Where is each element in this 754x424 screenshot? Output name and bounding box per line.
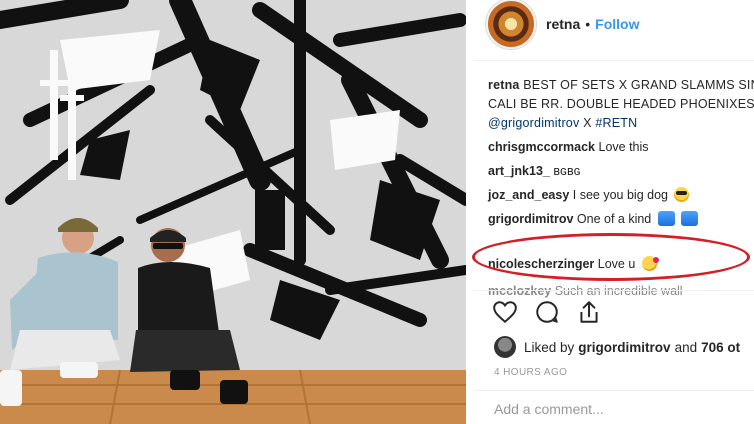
comment-item: chrisgmccormack Love this xyxy=(488,138,754,157)
caption-mention[interactable]: @grigordimitrov xyxy=(488,116,579,130)
comment-username[interactable]: nicolescherzinger xyxy=(488,257,594,271)
comments-list: retna BEST OF SETS X GRAND SLAMMS SINGN … xyxy=(488,76,754,301)
user-avatar[interactable] xyxy=(486,0,536,49)
comment-username[interactable]: grigordimitrov xyxy=(488,212,573,226)
sunglasses-emoji-icon xyxy=(674,187,690,202)
heart-icon[interactable] xyxy=(492,299,518,325)
post-caption: retna BEST OF SETS X GRAND SLAMMS SINGN … xyxy=(488,76,754,133)
caption-text: BEST OF SETS X GRAND SLAMMS SINGN CALI B… xyxy=(488,78,754,111)
bowing-emoji-icon xyxy=(657,211,675,226)
caption-username[interactable]: retna xyxy=(488,78,520,92)
likes-summary: Liked by grigordimitrov and 706 ot xyxy=(494,336,740,358)
likes-prefix: Liked by xyxy=(524,339,575,355)
comment-text: Such an incredible wall xyxy=(554,284,683,298)
actions-divider xyxy=(474,290,754,291)
comment-item: art_jnk13_ ʙɢʙɢ xyxy=(488,162,754,181)
kiss-emoji-icon xyxy=(641,256,659,271)
comment-username[interactable]: chrisgmccormack xyxy=(488,140,595,154)
comment-text: Love this xyxy=(598,140,649,154)
post-header: retna • Follow xyxy=(486,0,639,49)
comment-icon[interactable] xyxy=(534,299,560,325)
caption-joiner: X xyxy=(583,116,592,130)
comment-item: grigordimitrov One of a kind xyxy=(488,210,754,229)
comment-text: I see you big dog xyxy=(572,188,668,202)
add-comment-input[interactable] xyxy=(494,401,734,417)
post-timestamp[interactable]: 4 HOURS AGO xyxy=(494,367,567,378)
header-divider xyxy=(474,60,754,61)
likes-conjunction: and xyxy=(674,339,698,355)
post-details-panel: retna • Follow retna BEST OF SETS X GRAN… xyxy=(474,0,754,424)
header-separator: • xyxy=(585,16,591,32)
bowing-emoji-icon xyxy=(681,211,699,226)
comment-text: Love u xyxy=(597,257,636,271)
liker-avatar[interactable] xyxy=(494,336,516,358)
follow-button[interactable]: Follow xyxy=(595,16,639,32)
header-username[interactable]: retna xyxy=(546,16,580,32)
comment-input-divider xyxy=(474,390,754,391)
instagram-post: retna • Follow retna BEST OF SETS X GRAN… xyxy=(0,0,754,424)
comment-text: One of a kind xyxy=(576,212,652,226)
post-photo[interactable] xyxy=(0,0,466,424)
comment-username[interactable]: art_jnk13_ xyxy=(488,164,550,178)
mural-photo-illustration xyxy=(0,0,466,424)
likes-username[interactable]: grigordimitrov xyxy=(578,340,670,355)
comment-username[interactable]: mcclozkey xyxy=(488,284,551,298)
comment-item: joz_and_easy I see you big dog xyxy=(488,186,754,205)
share-icon[interactable] xyxy=(576,299,602,325)
caption-hashtag[interactable]: #RETN xyxy=(595,116,637,130)
comment-username[interactable]: joz_and_easy xyxy=(488,188,569,202)
comment-item-highlighted: nicolescherzinger Love u xyxy=(488,255,754,274)
comment-text: ʙɢʙɢ xyxy=(553,164,581,178)
post-actions xyxy=(492,299,602,325)
likes-count[interactable]: 706 ot xyxy=(701,340,740,355)
